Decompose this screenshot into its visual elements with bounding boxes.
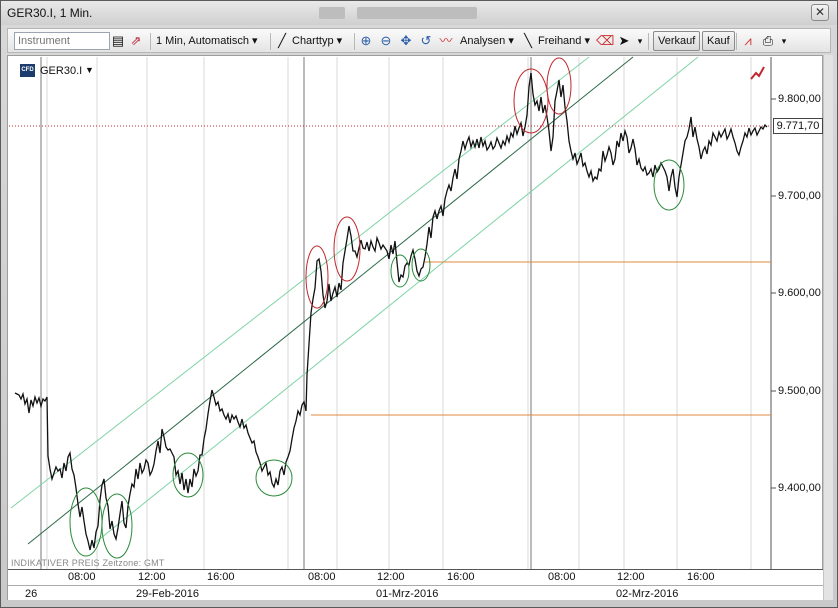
x-axis-divider [8,585,823,586]
x-time-label: 16:00 [687,571,715,583]
price-chart[interactable] [1,1,838,608]
x-date-label: 01-Mrz-2016 [376,588,439,600]
indicative-price-note: INDIKATIVER PREIS Zeitzone: GMT [11,558,165,568]
channel-lower-line[interactable] [90,56,699,547]
y-tick-label: 9.800,00 [778,93,821,105]
cfd-badge-icon: CFD [20,64,35,77]
x-time-label: 08:00 [548,571,576,583]
x-time-label: 12:00 [617,571,645,583]
x-time-label: 08:00 [68,571,96,583]
x-date-label: 29-Feb-2016 [136,588,199,600]
support-circle[interactable] [255,459,293,497]
x-time-label: 12:00 [138,571,166,583]
chart-window: GER30.I, 1 Min. ✕ ▤ ⇗ 1 Min, Automatisch… [0,0,838,608]
support-circle[interactable] [653,159,685,211]
x-time-label: 16:00 [447,571,475,583]
support-circle[interactable] [390,254,410,288]
x-axis-line [8,569,823,570]
chevron-down-icon[interactable]: ▼ [85,65,94,75]
resistance-circle[interactable] [546,57,572,115]
resistance-circle[interactable] [305,245,329,309]
x-date-label: 02-Mrz-2016 [616,588,679,600]
y-tick-label: 9.600,00 [778,287,821,299]
resistance-circle[interactable] [333,216,361,282]
symbol-label[interactable]: GER30.I [40,65,82,77]
x-time-label: 16:00 [207,571,235,583]
support-circle[interactable] [101,493,133,559]
current-price-badge: 9.771,70 [773,118,823,134]
price-series-line [14,72,768,551]
x-date-label: 26 [25,588,38,600]
channel-upper-line[interactable] [10,56,590,509]
y-tick-label: 9.500,00 [778,385,821,397]
y-tick-label: 9.700,00 [778,190,821,202]
signal-arrow-icon[interactable] [750,66,765,80]
x-time-label: 08:00 [308,571,336,583]
support-circle[interactable] [411,248,431,282]
x-time-label: 12:00 [377,571,405,583]
y-tick-label: 9.400,00 [778,482,821,494]
